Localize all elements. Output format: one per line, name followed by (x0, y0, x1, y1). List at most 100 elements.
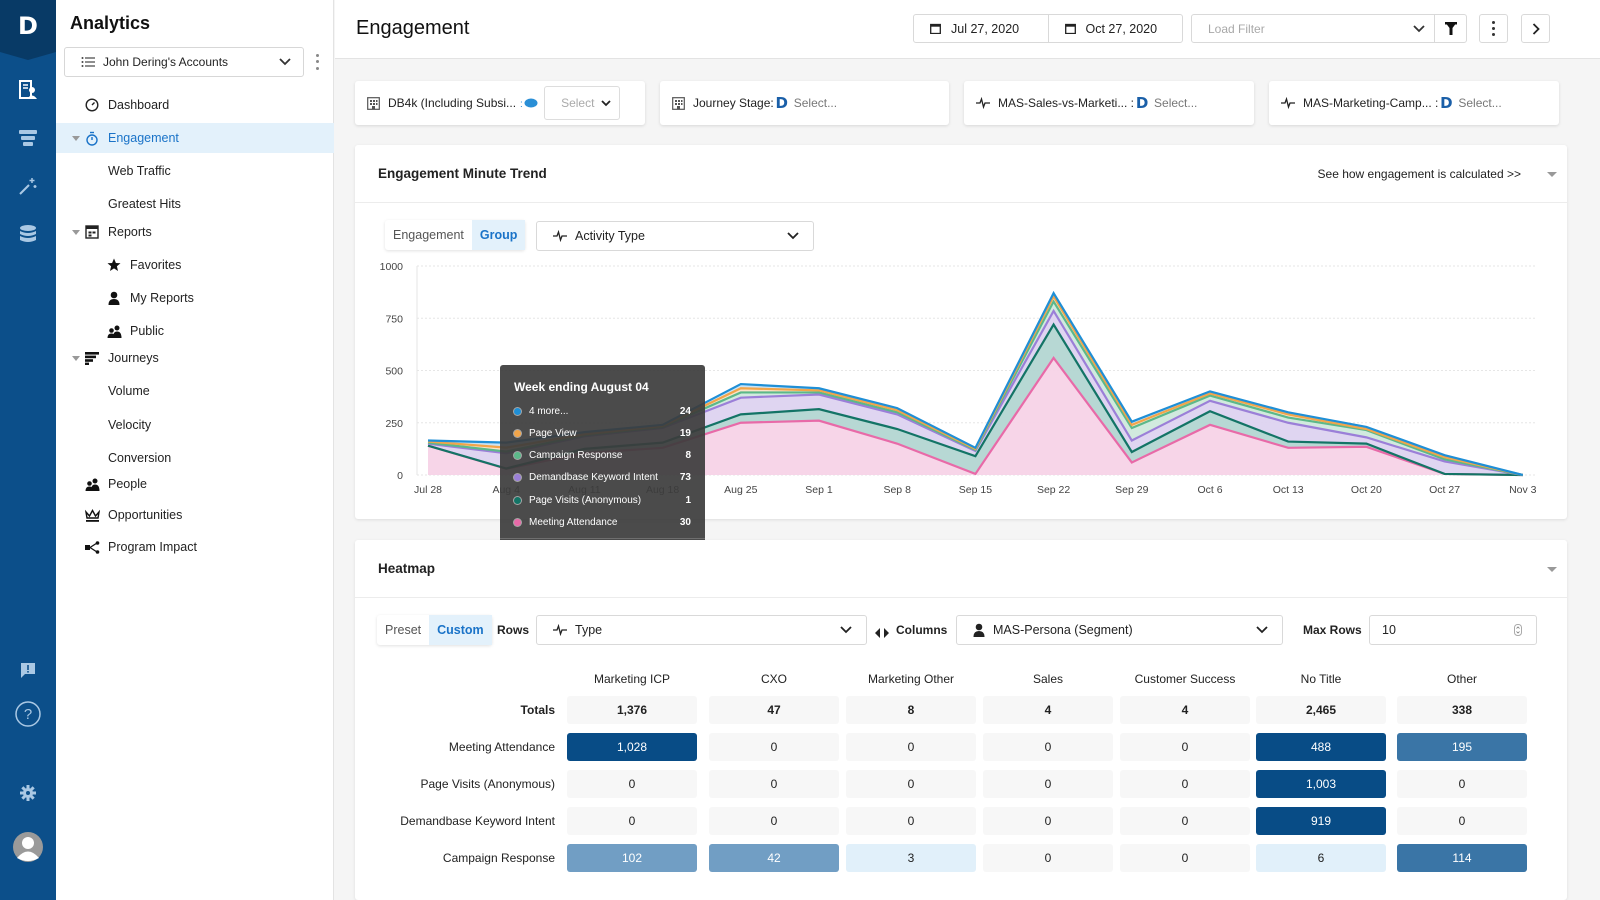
heatmap-column-header[interactable]: No Title (1256, 672, 1386, 686)
analytics-icon[interactable] (0, 72, 56, 108)
stopwatch-icon (84, 130, 100, 146)
sidebar-item-reports[interactable]: Reports (56, 217, 334, 247)
sidebar: Analytics John Dering's Accounts Dashboa… (56, 0, 334, 900)
sidebar-item-web-traffic[interactable]: Web Traffic (56, 156, 334, 186)
stepper-icon[interactable] (1514, 624, 1522, 636)
tooltip-row-label: 4 more... (529, 405, 569, 417)
heatmap-column-header[interactable]: CXO (709, 672, 839, 686)
heatmap-cell[interactable]: 0 (567, 807, 697, 835)
heatmap-cell[interactable]: 0 (846, 807, 976, 835)
filter-mas-sales-vs-marketing[interactable]: MAS-Sales-vs-Marketi... : D Select... (964, 81, 1254, 125)
heatmap-cell[interactable]: 3 (846, 844, 976, 872)
database-icon[interactable] (0, 216, 56, 252)
heatmap-cell[interactable]: 42 (709, 844, 839, 872)
more-options-button[interactable] (1479, 14, 1508, 43)
sidebar-item-people[interactable]: People (56, 469, 334, 499)
sidebar-item-dashboard[interactable]: Dashboard (56, 90, 334, 120)
heatmap-cell[interactable]: 195 (1397, 733, 1527, 761)
heatmap-cell[interactable]: 0 (983, 844, 1113, 872)
filter-value-select[interactable]: Select (544, 86, 621, 120)
group-by-select[interactable]: Activity Type (536, 221, 814, 251)
heatmap-cell[interactable]: 0 (983, 733, 1113, 761)
feedback-icon[interactable] (0, 652, 56, 688)
heatmap-cell[interactable]: 919 (1256, 807, 1386, 835)
engagement-trend-card: Engagement Minute Trend See how engageme… (355, 145, 1567, 575)
tooltip-row: Campaign Response 8 (514, 449, 691, 463)
columns-select[interactable]: MAS-Persona (Segment) (956, 615, 1283, 645)
heatmap-cell[interactable]: 0 (1397, 770, 1527, 798)
sidebar-item-label: Dashboard (108, 98, 170, 112)
heatmap-cell[interactable]: 0 (709, 770, 839, 798)
heatmap-cell[interactable]: 0 (1397, 807, 1527, 835)
heatmap-cell[interactable]: 0 (1120, 844, 1250, 872)
heatmap-cell[interactable]: 1,028 (567, 733, 697, 761)
heatmap-cell[interactable]: 488 (1256, 733, 1386, 761)
chevron-right-icon (1532, 22, 1540, 35)
heatmap-column-header[interactable]: Marketing ICP (567, 672, 697, 686)
sidebar-item-journeys[interactable]: Journeys (56, 343, 334, 373)
collapse-caret-icon[interactable] (1547, 567, 1557, 572)
filter-value[interactable]: Select... (1154, 96, 1197, 110)
app-logo[interactable]: D (0, 0, 56, 60)
end-date-button[interactable]: Oct 27, 2020 (1047, 15, 1183, 42)
toggle-custom[interactable]: Custom (429, 615, 492, 645)
sidebar-more-button[interactable] (312, 52, 322, 72)
heatmap-column-header[interactable]: Marketing Other (846, 672, 976, 686)
filter-db4k[interactable]: DB4k (Including Subsi... : Select (355, 81, 645, 125)
sidebar-item-greatest-hits[interactable]: Greatest Hits (56, 189, 334, 219)
heatmap-total-cell: 4 (983, 696, 1113, 724)
toggle-engagement[interactable]: Engagement (385, 220, 472, 250)
toggle-preset[interactable]: Preset (377, 615, 429, 645)
heatmap-cell[interactable]: 0 (846, 770, 976, 798)
max-rows-input[interactable]: 10 (1369, 615, 1537, 645)
sidebar-item-public[interactable]: Public (56, 316, 334, 346)
tooltip-row-value: 30 (679, 517, 691, 528)
heatmap-cell[interactable]: 0 (983, 770, 1113, 798)
rows-select[interactable]: Type (536, 615, 867, 645)
filter-icon (1444, 22, 1457, 35)
filter-journey-stage[interactable]: Journey Stage: D Select... (660, 81, 949, 125)
sidebar-item-velocity[interactable]: Velocity (56, 410, 334, 440)
funnel-icon[interactable] (0, 120, 56, 156)
sidebar-item-my-reports[interactable]: My Reports (56, 283, 334, 313)
avatar-icon[interactable] (0, 826, 56, 868)
sidebar-item-volume[interactable]: Volume (56, 376, 334, 406)
heatmap-cell[interactable]: 0 (1120, 733, 1250, 761)
heatmap-cell[interactable]: 1,003 (1256, 770, 1386, 798)
account-select[interactable]: John Dering's Accounts (64, 47, 304, 77)
start-date-button[interactable]: Jul 27, 2020 (914, 15, 1048, 42)
load-filter-select[interactable]: Load Filter (1191, 14, 1467, 43)
heatmap-column-header[interactable]: Sales (983, 672, 1113, 686)
caret-down-icon[interactable] (72, 356, 80, 361)
caret-down-icon[interactable] (72, 230, 80, 235)
filter-button[interactable] (1434, 15, 1466, 42)
engagement-calculation-link[interactable]: See how engagement is calculated >> (1318, 167, 1521, 181)
heatmap-cell[interactable]: 0 (846, 733, 976, 761)
collapse-panel-button[interactable] (1521, 14, 1550, 43)
sidebar-item-program-impact[interactable]: Program Impact (56, 532, 334, 562)
heatmap-cell[interactable]: 0 (1120, 770, 1250, 798)
heatmap-column-header[interactable]: Other (1397, 672, 1527, 686)
gear-icon[interactable] (0, 775, 56, 811)
sidebar-item-favorites[interactable]: Favorites (56, 250, 334, 280)
series-dot-icon (514, 496, 521, 504)
heatmap-cell[interactable]: 0 (1120, 807, 1250, 835)
toggle-group[interactable]: Group (471, 220, 526, 250)
collapse-caret-icon[interactable] (1547, 172, 1557, 177)
heatmap-cell[interactable]: 114 (1397, 844, 1527, 872)
heatmap-cell[interactable]: 102 (567, 844, 697, 872)
sidebar-item-engagement[interactable]: Engagement (56, 123, 334, 153)
filter-mas-marketing-campaign[interactable]: MAS-Marketing-Camp... : D Select... (1269, 81, 1559, 125)
heatmap-cell[interactable]: 0 (709, 807, 839, 835)
heatmap-cell[interactable]: 6 (1256, 844, 1386, 872)
heatmap-cell[interactable]: 0 (567, 770, 697, 798)
help-icon[interactable]: ? (0, 696, 56, 732)
heatmap-cell[interactable]: 0 (983, 807, 1113, 835)
heatmap-cell[interactable]: 0 (709, 733, 839, 761)
sidebar-item-opportunities[interactable]: Opportunities (56, 500, 334, 530)
heatmap-column-header[interactable]: Customer Success (1120, 672, 1250, 686)
filter-value[interactable]: Select... (1458, 96, 1501, 110)
caret-down-icon[interactable] (72, 136, 80, 141)
magic-wand-icon[interactable] (0, 168, 56, 204)
filter-value[interactable]: Select... (794, 96, 837, 110)
